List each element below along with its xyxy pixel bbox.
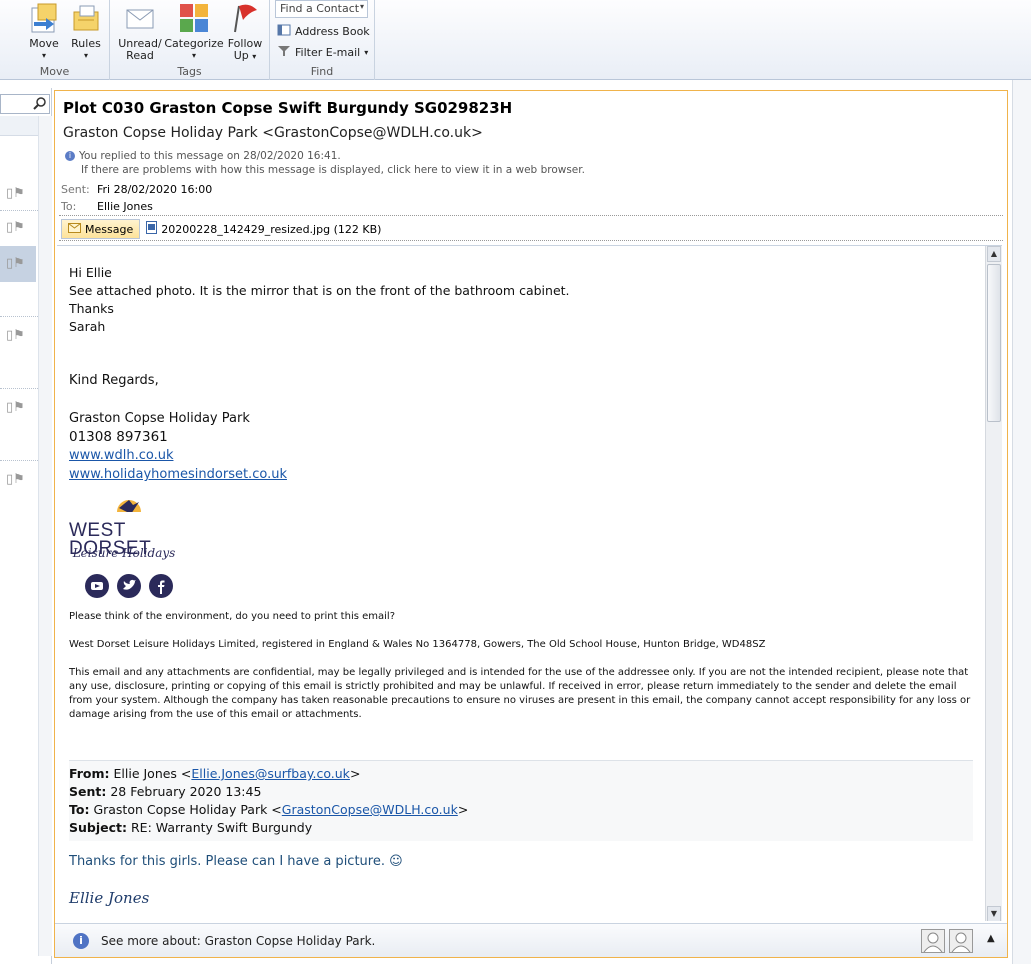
info-bar[interactable]: i You replied to this message on 28/02/20… [65, 149, 585, 177]
search-icon [33, 97, 46, 113]
facebook-icon[interactable] [149, 574, 173, 598]
find-contact-box[interactable]: Find a Contact ▾ [275, 0, 368, 18]
email-link[interactable]: GrastonCopse@WDLH.co.uk [282, 802, 458, 817]
message-subject: Plot C030 Graston Copse Swift Burgundy S… [63, 99, 513, 117]
email-link[interactable]: Ellie.Jones@surfbay.co.uk [191, 766, 350, 781]
list-scrollbar[interactable] [38, 116, 52, 956]
message-body: Hi Ellie See attached photo. It is the m… [57, 245, 1002, 921]
address-book-button[interactable]: Address Book [277, 21, 370, 41]
categorize-button[interactable]: Categorize ▾ [164, 0, 224, 66]
reading-pane: Plot C030 Graston Copse Swift Burgundy S… [54, 90, 1008, 958]
group-label-find: Find [310, 65, 334, 78]
tab-message[interactable]: Message [61, 219, 141, 239]
flag-icon [229, 2, 261, 34]
scroll-up-arrow[interactable]: ▲ [987, 246, 1001, 262]
sent-row: Sent: Fri 28/02/2020 16:00 [61, 183, 213, 196]
address-book-icon [277, 24, 291, 39]
message-list-pane: ▯⚑ ▯⚑ ▯⚑ ▯⚑ ▯⚑ ▯⚑ [0, 88, 52, 964]
to-row: To: Ellie Jones [61, 200, 153, 213]
info-icon: i [65, 151, 75, 161]
signature: Ellie Jones [69, 889, 150, 907]
follow-up-button[interactable]: Follow Up ▾ [222, 0, 268, 66]
move-button[interactable]: Move ▾ [20, 0, 68, 66]
flag-icon[interactable]: ▯⚑ [6, 186, 36, 202]
message-tabs: Message 20200228_142429_resized.jpg (122… [61, 219, 387, 239]
body-scrollbar[interactable]: ▲ ▼ [985, 246, 1002, 921]
chevron-down-icon: ▾ [364, 47, 369, 57]
youtube-icon[interactable] [85, 574, 109, 598]
categorize-icon [178, 2, 210, 34]
flag-icon[interactable]: ▯⚑ [6, 328, 36, 344]
message-from[interactable]: Graston Copse Holiday Park <GrastonCopse… [63, 125, 483, 141]
unread-read-button[interactable]: Unread/ Read [116, 0, 164, 66]
forwarded-header: From: Ellie Jones <Ellie.Jones@surfbay.c… [69, 760, 973, 841]
twitter-icon[interactable] [117, 574, 141, 598]
scroll-thumb[interactable] [987, 264, 1001, 422]
todo-bar [1012, 80, 1031, 964]
logo-sun-icon [113, 500, 147, 520]
flag-icon[interactable]: ▯⚑ [6, 220, 36, 236]
ribbon: Move ▾ Rules ▾ Move Unread/ Read Categor… [0, 0, 1031, 80]
filter-email-button[interactable]: Filter E-mail ▾ [277, 42, 368, 62]
envelope-icon [68, 222, 81, 236]
attachment-item[interactable]: 20200228_142429_resized.jpg (122 KB) [140, 219, 387, 239]
ribbon-group-move: Move ▾ Rules ▾ Move [0, 0, 110, 80]
chevron-down-icon: ▾ [359, 2, 364, 11]
social-icons [85, 574, 969, 598]
rules-button[interactable]: Rules ▾ [62, 0, 110, 66]
chevron-up-icon[interactable]: ▲ [987, 933, 995, 944]
people-pane: i See more about: Graston Copse Holiday … [55, 923, 1007, 957]
search-input[interactable] [0, 94, 50, 114]
avatar[interactable] [921, 929, 945, 953]
flag-icon[interactable]: ▯⚑ [6, 472, 36, 488]
move-icon [28, 2, 60, 34]
rules-icon [70, 2, 102, 34]
filter-icon [277, 45, 291, 60]
flag-icon[interactable]: ▯⚑ [6, 400, 36, 416]
avatar[interactable] [949, 929, 973, 953]
image-file-icon [146, 221, 158, 237]
company-logo: WEST DORSET Leisure Holidays [69, 496, 199, 564]
scroll-down-arrow[interactable]: ▼ [987, 906, 1001, 921]
info-icon: i [73, 933, 89, 949]
website-link[interactable]: www.holidayhomesindorset.co.uk [69, 467, 287, 482]
group-label-tags: Tags [177, 65, 202, 78]
flag-icon[interactable]: ▯⚑ [6, 256, 36, 272]
website-link[interactable]: www.wdlh.co.uk [69, 448, 173, 463]
envelope-icon [124, 2, 156, 34]
group-label-move: Move [39, 65, 70, 78]
ribbon-group-tags: Unread/ Read Categorize ▾ Follow Up ▾ Ta… [110, 0, 270, 80]
